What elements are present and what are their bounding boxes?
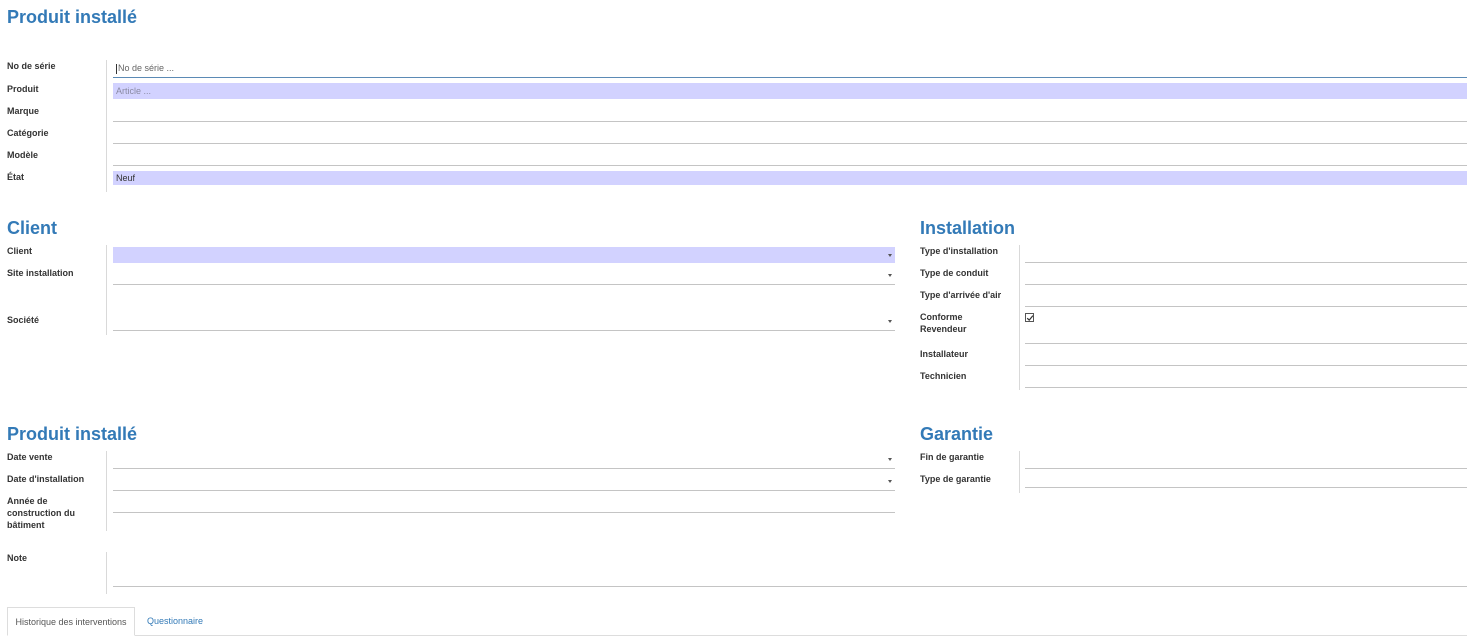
serial-input[interactable]: No de série ... xyxy=(113,60,1467,78)
sale-date-label: Date vente xyxy=(7,452,53,462)
warranty-end-label: Fin de garantie xyxy=(920,452,985,462)
label-separator xyxy=(106,552,107,594)
company-label: Société xyxy=(7,315,40,325)
label-separator xyxy=(106,451,107,531)
installation-type-label: Type d'installation xyxy=(920,246,998,256)
dropdown-caret-icon xyxy=(888,274,892,277)
sale-date-input[interactable] xyxy=(113,451,895,469)
dropdown-caret-icon xyxy=(888,480,892,483)
serial-placeholder: No de série ... xyxy=(118,63,175,73)
build-year-label: Année de construction du bâtiment xyxy=(7,496,75,530)
note-textarea[interactable] xyxy=(113,552,1467,587)
checkmark-icon xyxy=(1026,315,1034,321)
installer-field[interactable] xyxy=(1025,348,1467,366)
text-cursor xyxy=(116,63,117,74)
section-title-installation: Installation xyxy=(920,218,1016,238)
client-label: Client xyxy=(7,246,33,256)
warranty-end-field[interactable] xyxy=(1025,451,1467,469)
label-separator xyxy=(106,245,107,335)
warranty-type-label: Type de garantie xyxy=(920,474,991,484)
product-input[interactable]: Article ... xyxy=(113,83,1467,99)
label-separator xyxy=(106,60,107,192)
site-select[interactable] xyxy=(113,267,895,285)
install-date-input[interactable] xyxy=(113,473,895,491)
client-select[interactable] xyxy=(113,247,895,263)
installation-type-field[interactable] xyxy=(1025,245,1467,263)
brand-field[interactable] xyxy=(113,104,1467,122)
dealer-compliant-label: Conforme Revendeur xyxy=(920,312,967,334)
section-title-warranty: Garantie xyxy=(920,424,994,444)
technician-field[interactable] xyxy=(1025,370,1467,388)
state-select[interactable]: Neuf xyxy=(113,171,1467,185)
section-title-client: Client xyxy=(7,218,58,238)
section-title-product: Produit installé xyxy=(7,7,138,27)
air-inlet-label: Type d'arrivée d'air xyxy=(920,290,1002,300)
state-label: État xyxy=(7,172,25,182)
model-label: Modèle xyxy=(7,150,39,160)
section-title-installed-product: Produit installé xyxy=(7,424,138,444)
serial-label: No de série xyxy=(7,61,56,71)
installer-label: Installateur xyxy=(920,349,969,359)
category-field[interactable] xyxy=(113,126,1467,144)
install-date-label: Date d'installation xyxy=(7,474,85,484)
air-inlet-field[interactable] xyxy=(1025,289,1467,307)
duct-type-label: Type de conduit xyxy=(920,268,989,278)
duct-type-field[interactable] xyxy=(1025,267,1467,285)
dropdown-caret-icon xyxy=(888,320,892,323)
product-label: Produit xyxy=(7,84,39,94)
dealer-compliant-checkbox[interactable] xyxy=(1025,313,1034,322)
technician-label: Technicien xyxy=(920,371,967,381)
company-select[interactable] xyxy=(113,313,895,331)
product-placeholder: Article ... xyxy=(116,86,152,96)
dropdown-caret-icon xyxy=(888,254,892,257)
warranty-type-field[interactable] xyxy=(1025,470,1467,488)
brand-label: Marque xyxy=(7,106,40,116)
note-label: Note xyxy=(7,553,27,563)
tab-questionnaire[interactable]: Questionnaire xyxy=(137,607,213,635)
tab-intervention-history[interactable]: Historique des interventions xyxy=(7,607,135,636)
category-label: Catégorie xyxy=(7,128,49,138)
build-year-field[interactable] xyxy=(113,495,895,513)
label-separator xyxy=(1019,451,1020,493)
dealer-compliant-row-line xyxy=(1025,326,1467,344)
site-label: Site installation xyxy=(7,268,74,278)
label-separator xyxy=(1019,245,1020,390)
model-field[interactable] xyxy=(113,148,1467,166)
dropdown-caret-icon xyxy=(888,458,892,461)
